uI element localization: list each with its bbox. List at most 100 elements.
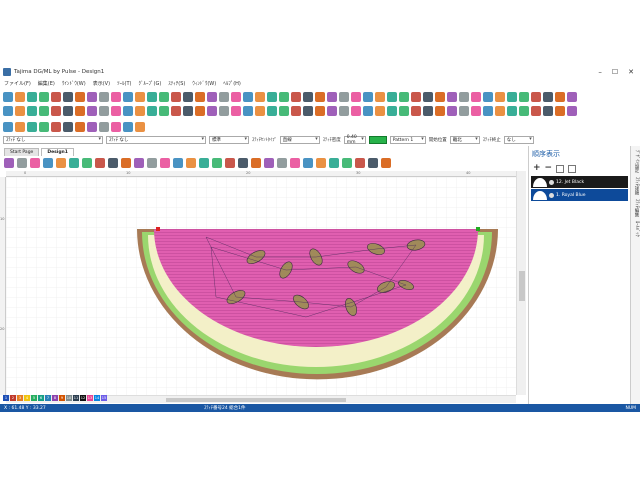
toolbar-icon[interactable] bbox=[315, 92, 325, 102]
palette-swatch[interactable]: 8 bbox=[52, 395, 58, 401]
toolbar-icon[interactable] bbox=[471, 92, 481, 102]
toolbar-icon[interactable] bbox=[87, 92, 97, 102]
toolbar-icon[interactable] bbox=[3, 106, 13, 116]
toolbar-icon[interactable] bbox=[363, 106, 373, 116]
toolbar-icon[interactable] bbox=[303, 158, 313, 168]
toolbar-icon[interactable] bbox=[159, 106, 169, 116]
pattern-combo[interactable]: Pattern 1 bbox=[389, 136, 426, 144]
vertical-scrollbar[interactable] bbox=[516, 171, 526, 395]
toolbar-icon[interactable] bbox=[231, 92, 241, 102]
toolbar-icon[interactable] bbox=[459, 92, 469, 102]
toolbar-icon[interactable] bbox=[111, 92, 121, 102]
toolbar-icon[interactable] bbox=[111, 106, 121, 116]
palette-swatch[interactable]: 14 bbox=[94, 395, 100, 401]
toolbar-icon[interactable] bbox=[219, 106, 229, 116]
toolbar-icon[interactable] bbox=[567, 92, 577, 102]
menu-tools[interactable]: ﾂｰﾙ(T) bbox=[117, 80, 131, 87]
toolbar-icon[interactable] bbox=[399, 92, 409, 102]
toolbar-icon[interactable] bbox=[483, 106, 493, 116]
remove-icon[interactable]: − bbox=[545, 164, 553, 173]
menu-window[interactable]: ｳｲﾝﾄﾞｳ(W) bbox=[62, 80, 86, 87]
toolbar-icon[interactable] bbox=[171, 106, 181, 116]
palette-swatch[interactable]: 6 bbox=[38, 395, 44, 401]
toolbar-icon[interactable] bbox=[75, 92, 85, 102]
toolbar-icon[interactable] bbox=[27, 106, 37, 116]
toolbar-icon[interactable] bbox=[368, 158, 378, 168]
toolbar-icon[interactable] bbox=[447, 106, 457, 116]
stitch-type-combo-1[interactable]: ｽﾃｨﾁ なし bbox=[3, 136, 103, 144]
density-input[interactable]: 0.40 mm bbox=[343, 135, 366, 145]
toolbar-icon[interactable] bbox=[483, 92, 493, 102]
toolbar-icon[interactable] bbox=[147, 158, 157, 168]
toolbar-icon[interactable] bbox=[387, 106, 397, 116]
ungroup-icon[interactable] bbox=[568, 164, 577, 173]
toolbar-icon[interactable] bbox=[123, 92, 133, 102]
selection-handle-right[interactable] bbox=[476, 227, 480, 231]
toolbar-icon[interactable] bbox=[519, 92, 529, 102]
toolbar-icon[interactable] bbox=[43, 158, 53, 168]
side-tab-design-settings[interactable]: ﾃﾞｻﾞｲﾝ設定 bbox=[633, 150, 639, 173]
palette-swatch[interactable]: 7 bbox=[45, 395, 51, 401]
toolbar-icon[interactable] bbox=[303, 92, 313, 102]
toolbar-icon[interactable] bbox=[264, 158, 274, 168]
toolbar-icon[interactable] bbox=[123, 106, 133, 116]
color-chip[interactable] bbox=[368, 136, 387, 144]
toolbar-icon[interactable] bbox=[315, 106, 325, 116]
toolbar-icon[interactable] bbox=[375, 92, 385, 102]
toolbar-icon[interactable] bbox=[339, 92, 349, 102]
toolbar-icon[interactable] bbox=[199, 158, 209, 168]
vertical-scroll-thumb[interactable] bbox=[519, 271, 525, 301]
toolbar-icon[interactable] bbox=[327, 92, 337, 102]
toolbar-icon[interactable] bbox=[134, 158, 144, 168]
end-combo[interactable]: なし bbox=[503, 136, 534, 144]
toolbar-icon[interactable] bbox=[108, 158, 118, 168]
toolbar-icon[interactable] bbox=[63, 122, 73, 132]
toolbar-icon[interactable] bbox=[27, 92, 37, 102]
toolbar-icon[interactable] bbox=[555, 92, 565, 102]
toolbar-icon[interactable] bbox=[255, 92, 265, 102]
add-icon[interactable]: + bbox=[533, 164, 541, 173]
menu-file[interactable]: ファイル(F) bbox=[4, 80, 31, 87]
toolbar-icon[interactable] bbox=[231, 106, 241, 116]
toolbar-icon[interactable] bbox=[277, 158, 287, 168]
toolbar-icon[interactable] bbox=[423, 106, 433, 116]
toolbar-icon[interactable] bbox=[159, 92, 169, 102]
horizontal-scroll-thumb[interactable] bbox=[166, 398, 346, 402]
toolbar-icon[interactable] bbox=[135, 106, 145, 116]
toolbar-icon[interactable] bbox=[279, 106, 289, 116]
toolbar-icon[interactable] bbox=[15, 106, 25, 116]
visibility-icon[interactable] bbox=[549, 192, 554, 198]
toolbar-icon[interactable] bbox=[290, 158, 300, 168]
toolbar-icon[interactable] bbox=[255, 106, 265, 116]
toolbar-icon[interactable] bbox=[267, 92, 277, 102]
toolbar-icon[interactable] bbox=[69, 158, 79, 168]
toolbar-icon[interactable] bbox=[363, 92, 373, 102]
stitch-type-combo-2[interactable]: ｽﾃｨﾁ なし bbox=[106, 136, 206, 144]
toolbar-icon[interactable] bbox=[99, 122, 109, 132]
toolbar-icon[interactable] bbox=[327, 106, 337, 116]
toolbar-icon[interactable] bbox=[95, 158, 105, 168]
minimize-button[interactable]: – bbox=[598, 68, 602, 76]
toolbar-icon[interactable] bbox=[507, 106, 517, 116]
toolbar-icon[interactable] bbox=[303, 106, 313, 116]
toolbar-icon[interactable] bbox=[99, 92, 109, 102]
toolbar-icon[interactable] bbox=[423, 92, 433, 102]
group-icon[interactable] bbox=[556, 164, 565, 173]
toolbar-icon[interactable] bbox=[82, 158, 92, 168]
toolbar-icon[interactable] bbox=[342, 158, 352, 168]
menu-edit[interactable]: 編集(E) bbox=[38, 80, 55, 87]
side-tab-stitch-detail[interactable]: ｽﾃｨﾁ詳細 bbox=[633, 177, 639, 195]
standard-combo[interactable]: 標準 bbox=[209, 136, 249, 144]
toolbar-icon[interactable] bbox=[212, 158, 222, 168]
toolbar-icon[interactable] bbox=[238, 158, 248, 168]
palette-swatch[interactable]: 9 bbox=[59, 395, 65, 401]
toolbar-icon[interactable] bbox=[135, 92, 145, 102]
menu-stitch[interactable]: ｽﾃｨﾁ(S) bbox=[168, 80, 185, 87]
toolbar-icon[interactable] bbox=[495, 92, 505, 102]
toolbar-icon[interactable] bbox=[186, 158, 196, 168]
close-button[interactable]: ✕ bbox=[628, 68, 634, 76]
toolbar-icon[interactable] bbox=[243, 106, 253, 116]
toolbar-icon[interactable] bbox=[519, 106, 529, 116]
toolbar-icon[interactable] bbox=[381, 158, 391, 168]
toolbar-icon[interactable] bbox=[447, 92, 457, 102]
